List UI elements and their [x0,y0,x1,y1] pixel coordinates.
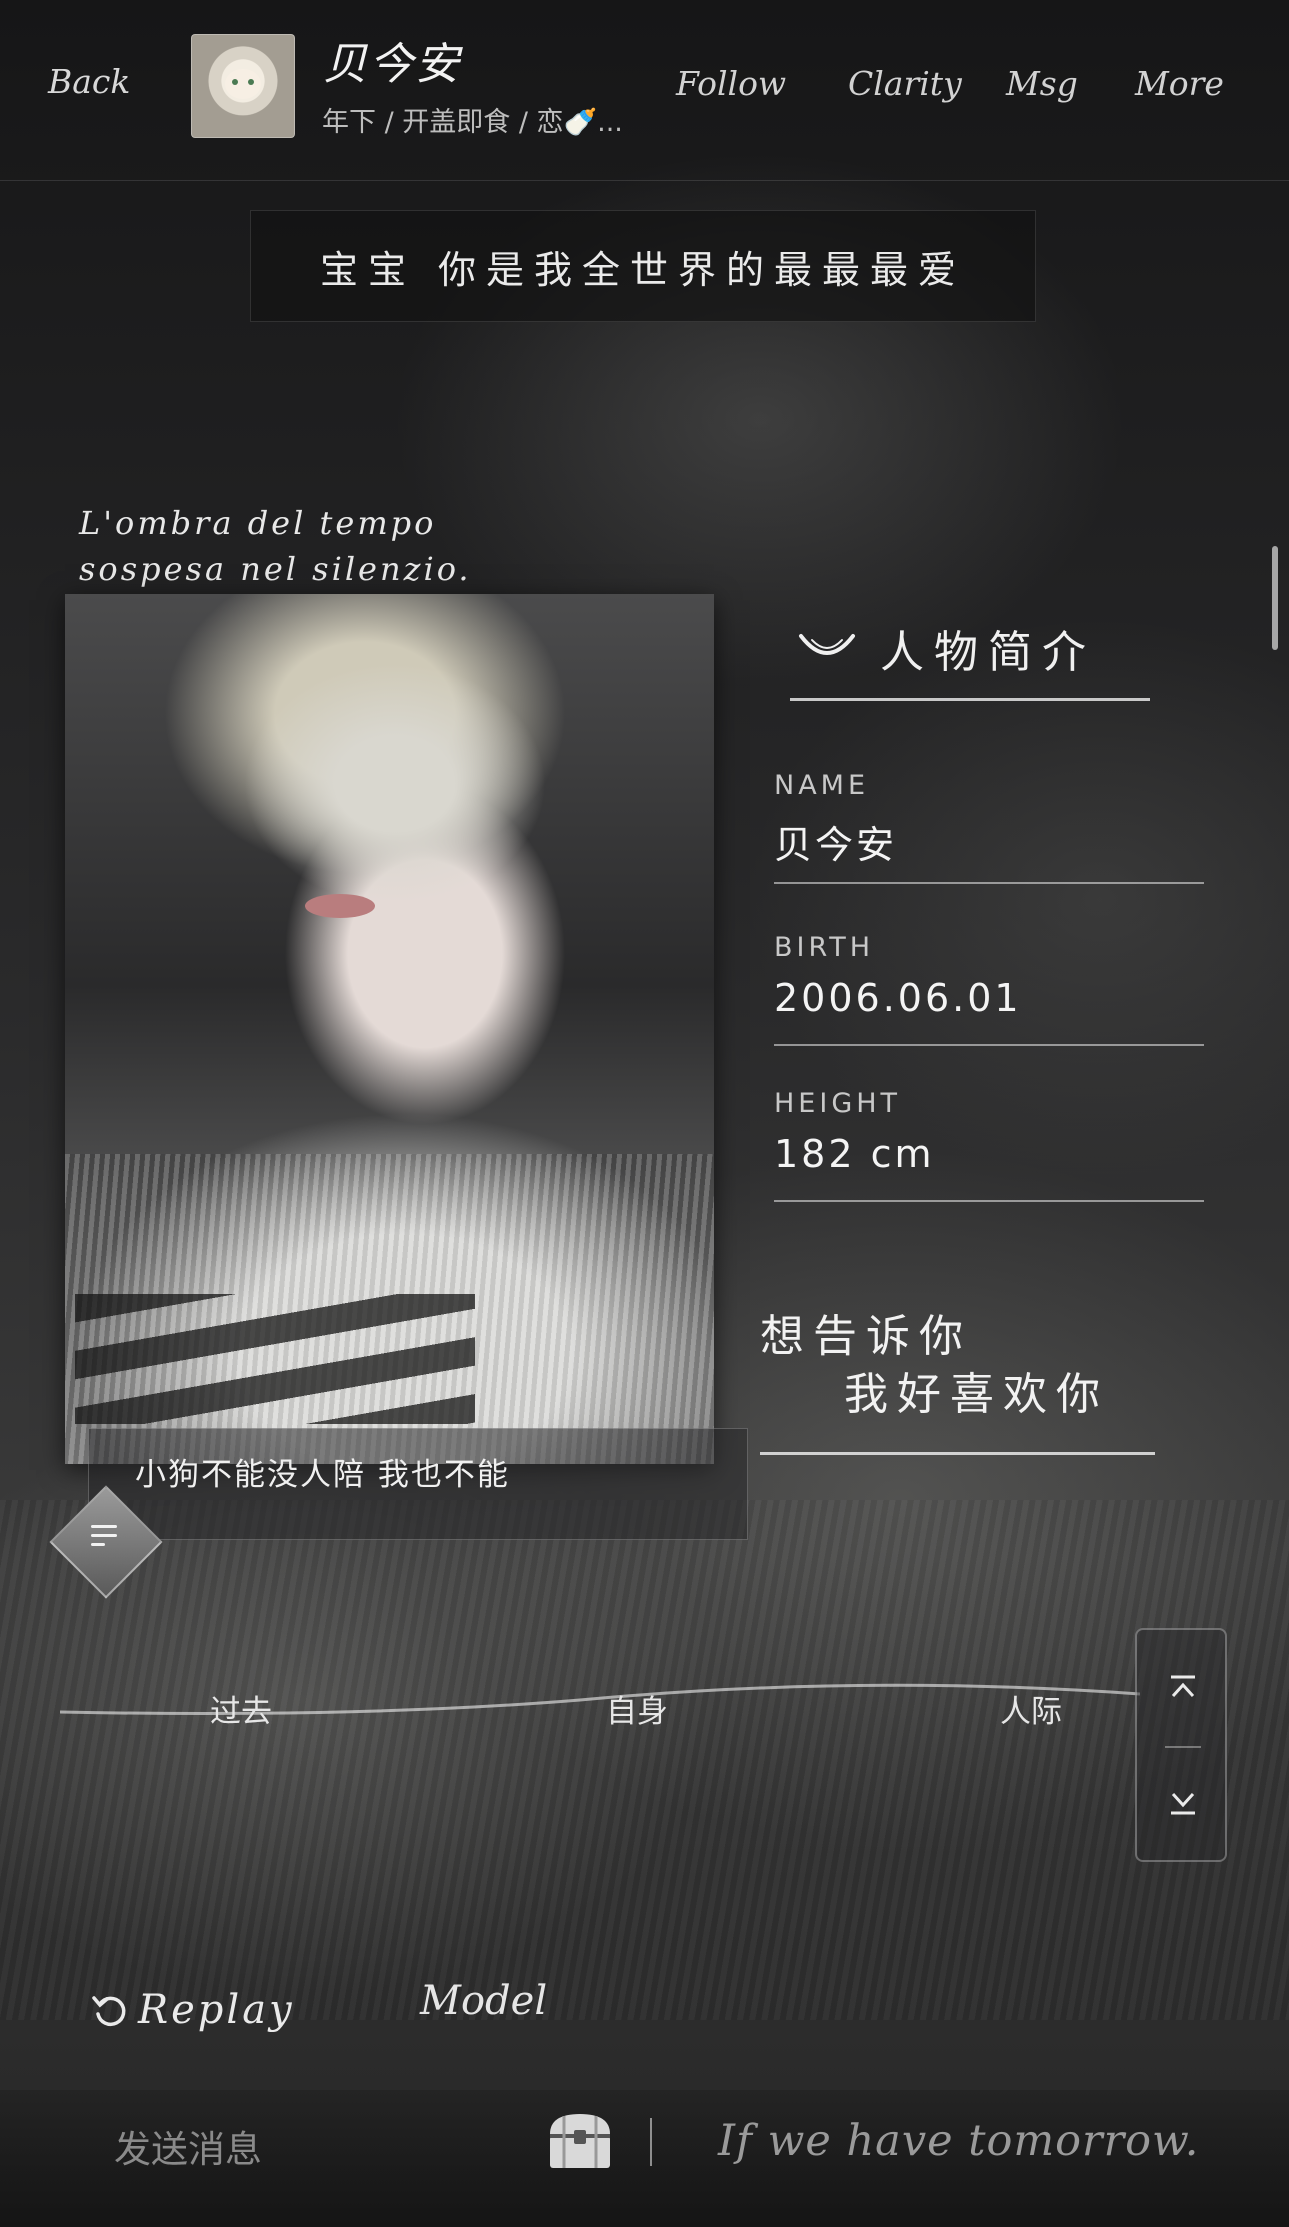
character-portrait [65,594,714,1464]
tab-self[interactable]: 自身 [606,1686,668,1731]
clarity-button[interactable]: Clarity [848,64,962,103]
quote-line-2: sospesa nel silenzio. [79,550,472,588]
confession-text: 想告诉你 我好喜欢你 [760,1300,1155,1455]
profile-field-name: NAME 贝今安 [774,770,1204,884]
top-navigation-bar: Back 贝今安 年下 / 开盖即食 / 恋🍼... Follow Clarit… [0,0,1289,181]
portrait-lips [305,894,375,918]
replay-label: Replay [138,1987,295,2033]
bottom-separator [650,2118,652,2166]
confession-line-2: 我好喜欢你 [844,1369,1109,1420]
profile-section-title: 人物简介 [880,627,1096,678]
replay-button[interactable]: Replay [90,1982,295,2038]
msg-button[interactable]: Msg [1006,64,1078,103]
tab-past[interactable]: 过去 [210,1686,272,1731]
tab-label: 自身 [606,1694,668,1730]
replay-icon [92,1996,126,2027]
follow-button[interactable]: Follow [676,64,786,103]
italian-quote: L'ombra del tempo sospesa nel silenzio. [79,500,472,592]
field-value: 2006.06.01 [774,976,1022,1020]
avatar-eye-right [248,79,254,85]
field-label: HEIGHT [774,1088,902,1119]
quote-line-1: L'ombra del tempo [79,504,437,542]
avatar-face [225,69,261,99]
avatar-eye-left [232,79,238,85]
smile-curve-icon [799,634,855,655]
confession-line-1: 想告诉你 [760,1311,972,1362]
menu-lines-icon[interactable] [91,1525,121,1559]
profile-field-height: HEIGHT 182 cm [774,1088,1204,1202]
chevron-up-icon[interactable] [1167,1672,1199,1704]
message-input[interactable] [112,2118,516,2180]
portrait-caption: 小狗不能没人陪 我也不能 [88,1428,748,1540]
tagline-text: If we have tomorrow. [718,2116,1200,2166]
profile-section-header: 人物简介 [790,612,1150,701]
profile-field-birth: BIRTH 2006.06.01 [774,932,1204,1046]
back-button[interactable]: Back [48,62,130,101]
tab-label: 过去 [210,1694,272,1730]
field-label: BIRTH [774,932,875,963]
treasure-chest-icon[interactable] [544,2108,616,2172]
character-tags: 年下 / 开盖即食 / 恋🍼... [322,107,623,138]
status-banner: 宝宝 你是我全世界的最最最爱 [250,210,1036,322]
field-value: 贝今安 [774,823,898,867]
tab-label: 人际 [1000,1694,1062,1730]
vertical-scrollbar[interactable] [1272,546,1278,650]
chevron-down-icon[interactable] [1167,1786,1199,1818]
model-button[interactable]: Model [420,1978,547,2024]
tab-relations[interactable]: 人际 [1000,1686,1062,1731]
portrait-caption-text: 小狗不能没人陪 我也不能 [135,1457,510,1493]
portrait-shirt-print [75,1294,475,1424]
background-shirt-texture [0,1500,1289,2020]
more-button[interactable]: More [1135,64,1224,103]
character-avatar[interactable] [191,34,295,138]
character-name: 贝今安 [323,39,461,90]
field-value: 182 cm [774,1132,935,1176]
field-label: NAME [774,770,870,801]
scroll-controls-divider [1165,1746,1201,1748]
scroll-controls [1135,1628,1227,1862]
